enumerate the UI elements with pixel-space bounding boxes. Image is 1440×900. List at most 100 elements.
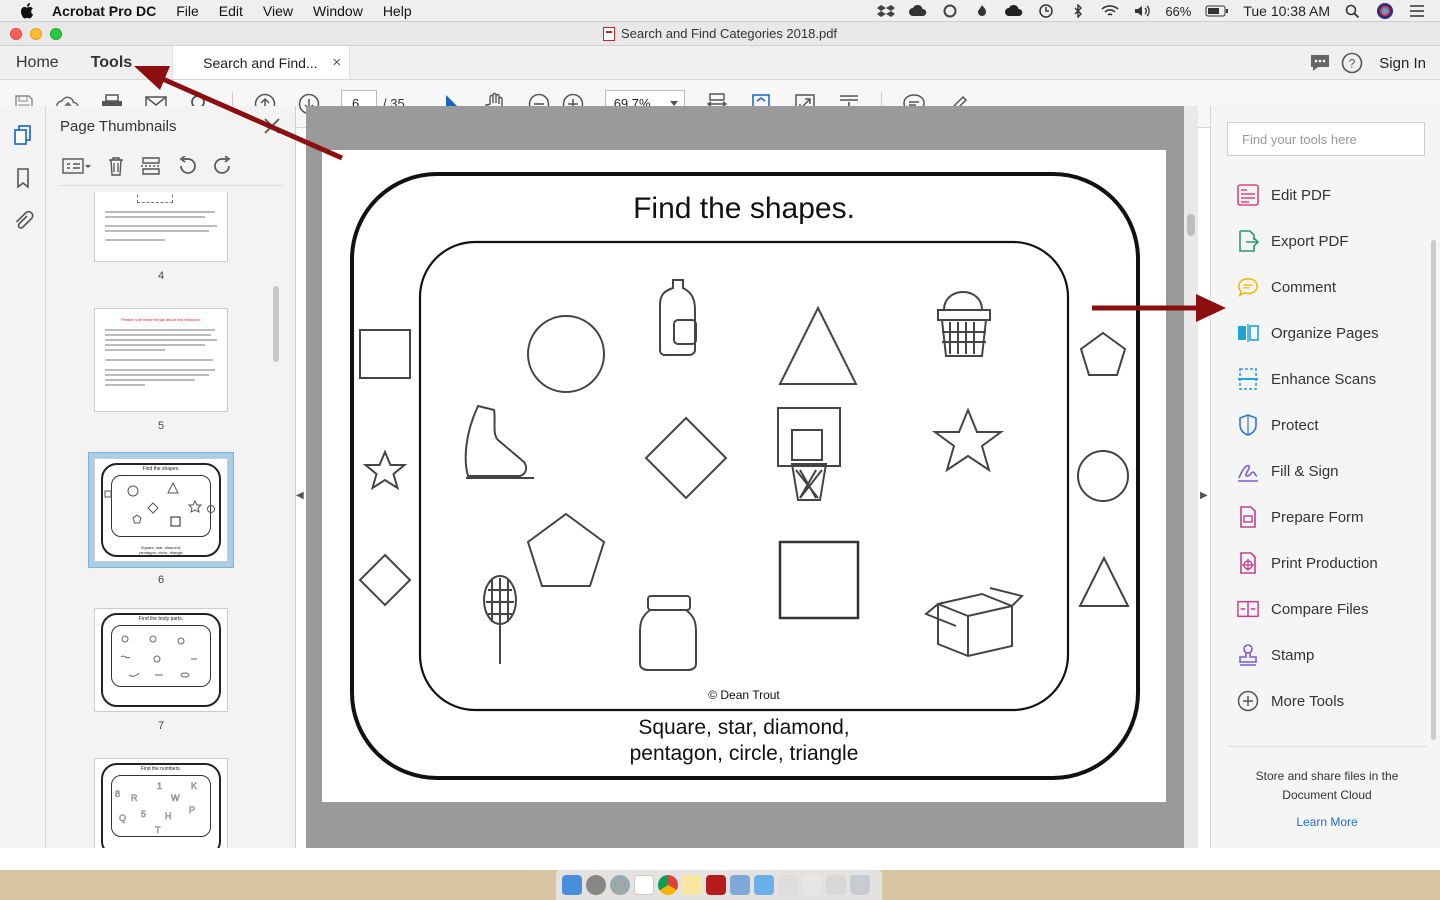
extract-pages-icon[interactable]	[140, 156, 162, 176]
chrome-icon[interactable]	[658, 875, 678, 895]
rotate-ccw-icon[interactable]	[176, 155, 198, 176]
tool-compare-files[interactable]: Compare Files	[1227, 586, 1427, 632]
calendar-icon[interactable]	[634, 875, 654, 895]
battery-icon[interactable]	[1205, 4, 1229, 18]
learn-more-link[interactable]: Learn More	[1227, 813, 1427, 832]
svg-text:P: P	[189, 805, 195, 815]
flame-icon[interactable]	[973, 4, 991, 18]
dropbox-icon[interactable]	[877, 4, 896, 18]
thumbnail-caption: pentagon, circle, triangle	[139, 550, 183, 555]
menu-file[interactable]: File	[176, 3, 199, 19]
tool-stamp[interactable]: Stamp	[1227, 632, 1427, 678]
system-preferences-icon[interactable]	[586, 875, 606, 895]
thumbnail-image: Find the shapes. Square, star, diamond, …	[94, 458, 228, 562]
notification-center-icon[interactable]	[1408, 4, 1426, 18]
document-view[interactable]: Find the shapes. © Dean Trout Square, st…	[306, 106, 1196, 848]
document-icon[interactable]	[826, 875, 846, 895]
zoom-window-button[interactable]	[50, 28, 62, 40]
close-tab-button[interactable]: ×	[332, 54, 341, 71]
clock[interactable]: Tue 10:38 AM	[1243, 3, 1330, 19]
tab-document[interactable]: Search and Find... ×	[172, 46, 351, 79]
cloud-upload-icon[interactable]	[909, 4, 927, 18]
tool-protect[interactable]: Protect	[1227, 402, 1427, 448]
compare-files-icon	[1237, 598, 1259, 620]
page-thumbnails-icon[interactable]	[12, 124, 34, 146]
delete-pages-icon[interactable]	[106, 156, 126, 176]
thumbnail-page-5[interactable]: Please note these things about this reso…	[94, 308, 228, 432]
tab-home[interactable]: Home	[0, 46, 75, 79]
document-icon[interactable]	[802, 875, 822, 895]
apple-icon[interactable]	[20, 2, 34, 19]
finder-icon[interactable]	[562, 875, 582, 895]
prepare-form-icon	[1237, 506, 1259, 528]
menu-edit[interactable]: Edit	[219, 3, 243, 19]
tools-search-input[interactable]: Find your tools here	[1227, 122, 1425, 156]
document-icon[interactable]	[778, 875, 798, 895]
feedback-icon[interactable]	[1309, 53, 1331, 73]
tab-tools[interactable]: Tools	[75, 46, 148, 79]
thumbnails-toolbar	[58, 146, 283, 186]
thumbnails-scrollbar[interactable]	[273, 286, 279, 362]
tool-enhance-scans[interactable]: Enhance Scans	[1227, 356, 1427, 402]
siri-icon[interactable]	[1376, 2, 1394, 20]
folder-icon[interactable]	[754, 875, 774, 895]
sync-icon[interactable]	[941, 4, 959, 18]
document-scrollbar[interactable]	[1184, 106, 1198, 848]
volume-icon[interactable]	[1133, 4, 1151, 18]
bluetooth-icon[interactable]	[1069, 4, 1087, 18]
battery-percent[interactable]: 66%	[1165, 4, 1191, 19]
notes-icon[interactable]	[682, 875, 702, 895]
bookmark-icon[interactable]	[12, 167, 34, 189]
tool-fill-sign[interactable]: Fill & Sign	[1227, 448, 1427, 494]
menu-window[interactable]: Window	[313, 3, 363, 19]
tab-bar: Home Tools Search and Find... × ? Sign I…	[0, 46, 1440, 80]
tool-label: Stamp	[1271, 646, 1315, 664]
menu-app-name[interactable]: Acrobat Pro DC	[52, 3, 156, 19]
close-window-button[interactable]	[10, 28, 22, 40]
stamp-icon	[1237, 644, 1259, 666]
wifi-icon[interactable]	[1101, 4, 1119, 18]
tools-pane: Find your tools here Edit PDF Export PDF…	[1210, 106, 1440, 848]
help-icon[interactable]: ?	[1341, 52, 1363, 74]
thumbnail-page-8[interactable]: Find the numbers. 8 R 1W K Q 5 H P T	[94, 758, 228, 848]
thumbnail-page-7[interactable]: Find the body parts. 7	[94, 608, 228, 732]
rotate-cw-icon[interactable]	[212, 155, 234, 176]
tool-organize-pages[interactable]: Organize Pages	[1227, 310, 1427, 356]
spotlight-icon[interactable]	[1344, 4, 1362, 18]
attachment-icon[interactable]	[12, 210, 34, 232]
document-scrollbar-thumb[interactable]	[1187, 214, 1195, 236]
tool-prepare-form[interactable]: Prepare Form	[1227, 494, 1427, 540]
preview-icon[interactable]	[730, 875, 750, 895]
collapse-right-panel-icon[interactable]: ▶	[1200, 490, 1208, 501]
menu-help[interactable]: Help	[383, 3, 412, 19]
tool-label: Export PDF	[1271, 232, 1349, 250]
close-icon[interactable]	[263, 117, 281, 135]
minimize-window-button[interactable]	[30, 28, 42, 40]
tool-label: Comment	[1271, 278, 1337, 296]
tool-more-tools[interactable]: More Tools	[1227, 678, 1427, 724]
thumbnail-page-6[interactable]: Find the shapes. Square, star, diamond, …	[88, 452, 234, 586]
tool-comment[interactable]: Comment	[1227, 264, 1427, 310]
launchpad-icon[interactable]	[610, 875, 630, 895]
thumbnail-list[interactable]: 4 Please note these things about this re…	[46, 192, 282, 848]
window-title-text: Search and Find Categories 2018.pdf	[620, 26, 838, 41]
thumbnail-page-4[interactable]: 4	[94, 192, 228, 282]
pdf-page: Find the shapes. © Dean Trout Square, st…	[322, 150, 1166, 802]
creative-cloud-icon[interactable]	[1005, 4, 1023, 18]
thumbnail-label: 5	[157, 420, 165, 432]
page-caption-line-2: pentagon, circle, triangle	[629, 742, 859, 765]
time-machine-icon[interactable]	[1037, 4, 1055, 18]
tool-edit-pdf[interactable]: Edit PDF	[1227, 172, 1427, 218]
svg-text:R: R	[131, 793, 138, 803]
thumbnail-heading: Find the numbers.	[140, 766, 182, 772]
options-menu-icon[interactable]	[62, 157, 92, 175]
tool-print-production[interactable]: Print Production	[1227, 540, 1427, 586]
svg-text:W: W	[171, 793, 180, 803]
acrobat-icon[interactable]	[706, 875, 726, 895]
menu-view[interactable]: View	[263, 3, 293, 19]
tools-pane-scrollbar[interactable]	[1431, 240, 1436, 740]
sign-in-link[interactable]: Sign In	[1379, 55, 1426, 72]
collapse-left-panel-icon[interactable]: ◀	[296, 490, 304, 501]
trash-icon[interactable]	[850, 875, 870, 895]
tool-export-pdf[interactable]: Export PDF	[1227, 218, 1427, 264]
